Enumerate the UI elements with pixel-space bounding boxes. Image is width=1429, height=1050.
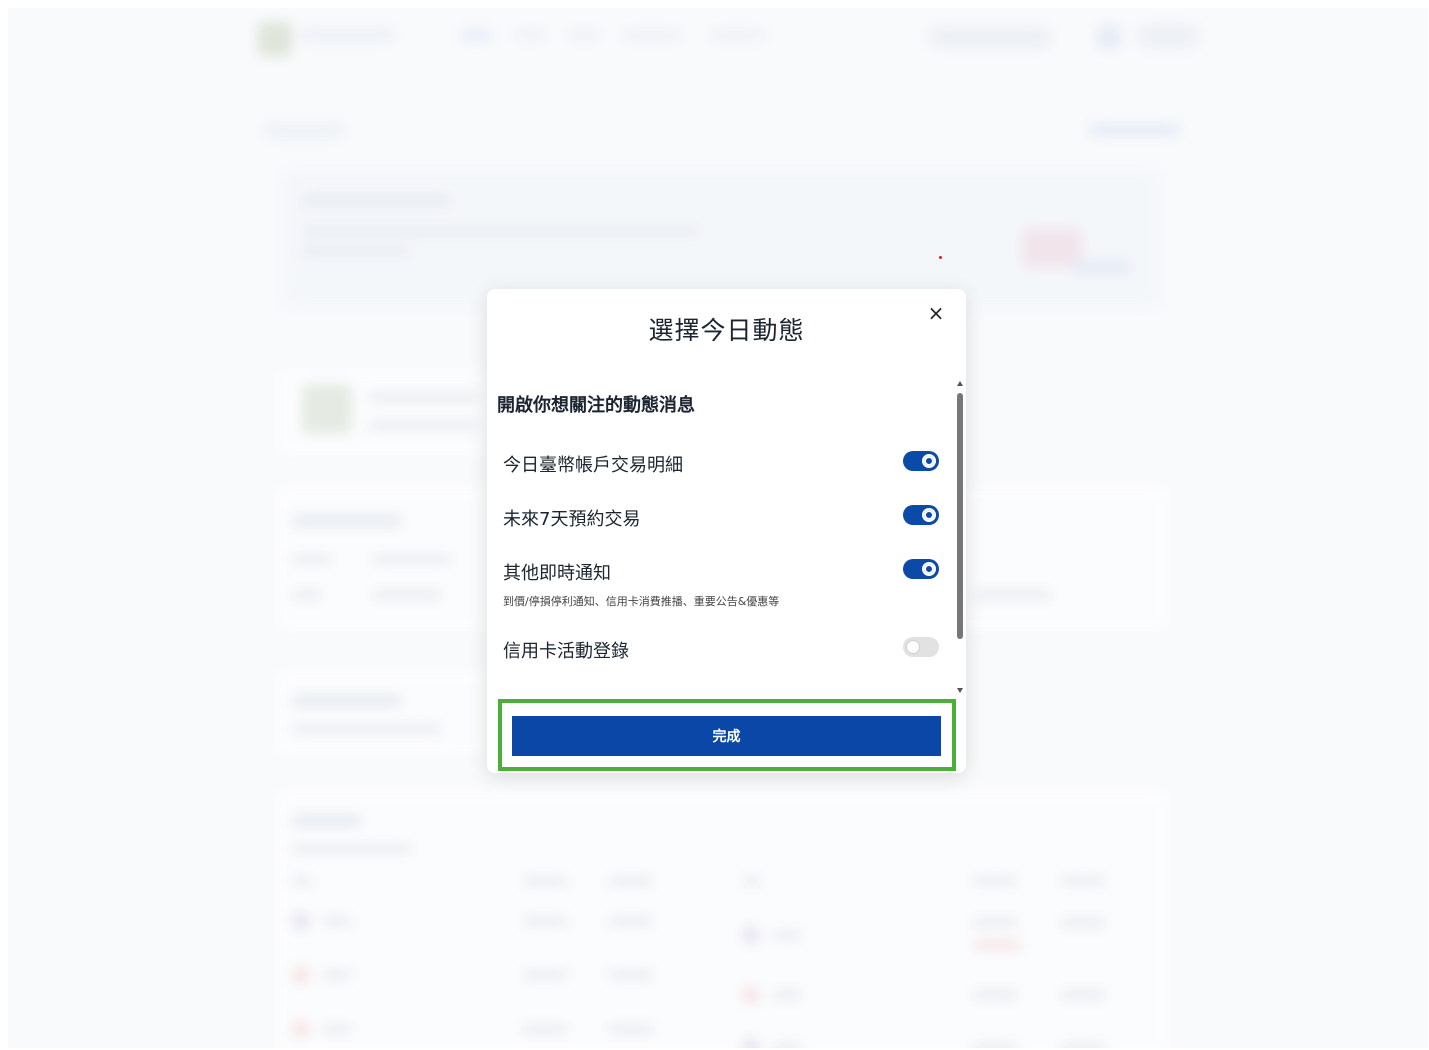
option-label: 信用卡活動登錄 (503, 641, 629, 662)
page-frame: 選擇今日動態 × 開啟你想關注的動態消息 今日臺幣帳戶交易明細 未來7天預約交易… (8, 8, 1428, 1048)
option-row: 信用卡活動登錄 (503, 637, 939, 663)
scrollbar[interactable] (957, 381, 963, 693)
toggle-knob (922, 508, 936, 522)
options-scroll-area[interactable]: 開啟你想關注的動態消息 今日臺幣帳戶交易明細 未來7天預約交易 其他即時通知 到… (487, 369, 957, 689)
option-toggle[interactable] (903, 559, 939, 579)
scroll-down-arrow-icon[interactable] (957, 688, 963, 693)
option-subtitle: 到價/停損停利通知、信用卡消費推播、重要公告&優惠等 (503, 595, 780, 608)
cursor-marker (939, 256, 942, 259)
option-toggle[interactable] (903, 451, 939, 471)
option-label: 其他即時通知 (503, 563, 611, 584)
toggle-knob (922, 454, 936, 468)
toggle-knob (906, 640, 920, 654)
toggle-knob (922, 562, 936, 576)
section-title: 開啟你想關注的動態消息 (497, 395, 695, 416)
option-toggle[interactable] (903, 505, 939, 525)
option-label: 未來7天預約交易 (503, 509, 641, 530)
option-toggle[interactable] (903, 637, 939, 657)
option-row: 其他即時通知 到價/停損停利通知、信用卡消費推播、重要公告&優惠等 (503, 559, 939, 609)
close-icon[interactable]: × (924, 301, 948, 325)
done-button[interactable]: 完成 (512, 716, 941, 756)
scroll-up-arrow-icon[interactable] (957, 381, 963, 386)
modal-title: 選擇今日動態 (648, 316, 805, 345)
option-row: 今日臺幣帳戶交易明細 (503, 451, 939, 477)
option-label: 今日臺幣帳戶交易明細 (503, 455, 683, 476)
option-row: 未來7天預約交易 (503, 505, 939, 531)
scrollbar-thumb[interactable] (957, 393, 963, 639)
